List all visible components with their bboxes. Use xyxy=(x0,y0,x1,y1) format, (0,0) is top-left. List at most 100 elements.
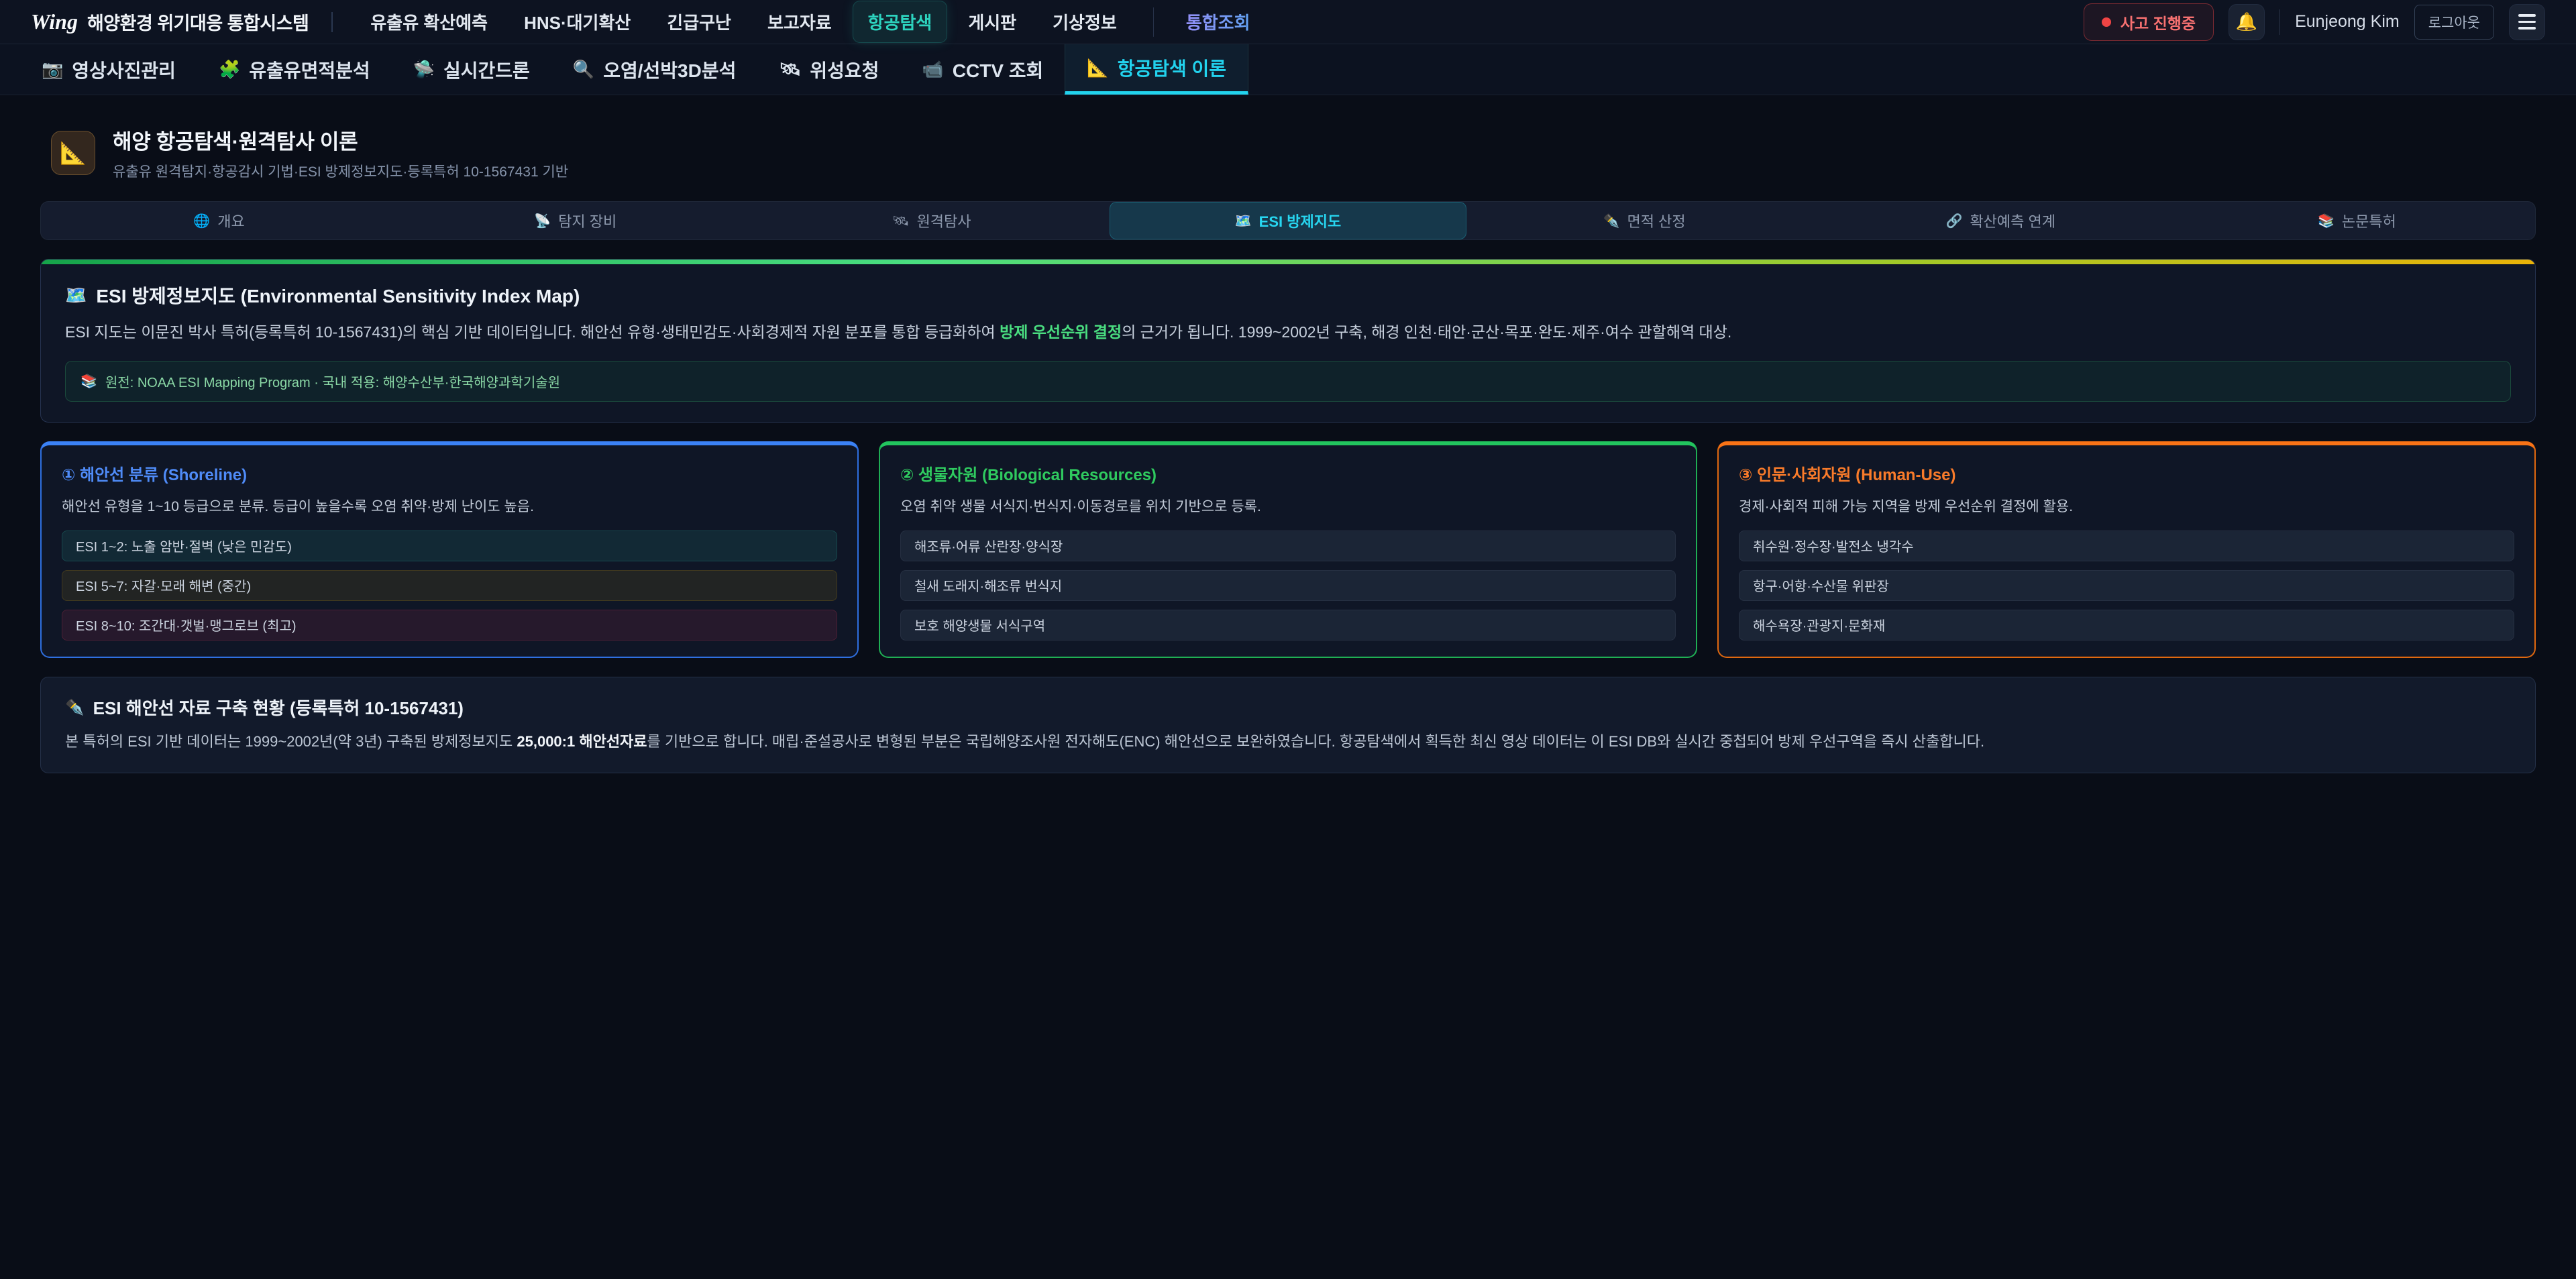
biological-row: 해조류·어류 산란장·양식장 xyxy=(900,531,1676,561)
tab-area-calculation[interactable]: ✒️ 면적 산정 xyxy=(1466,202,1823,239)
nav-item-weather-info[interactable]: 기상정보 xyxy=(1038,1,1132,42)
nav-item-oil-spill-prediction[interactable]: 유출유 확산예측 xyxy=(356,1,502,42)
tab-detection-equipment[interactable]: 📡 탐지 장비 xyxy=(397,202,753,239)
map-icon: 🗺️ xyxy=(1235,213,1252,229)
notification-bell-button[interactable]: 🔔 xyxy=(2229,4,2265,40)
nav-item-integrated-search[interactable]: 통합조회 xyxy=(1171,1,1265,42)
biological-row: 보호 해양생물 서식구역 xyxy=(900,610,1676,641)
esi-highlight-text: 방제 우선순위 결정 xyxy=(1000,323,1122,341)
nav-item-board[interactable]: 게시판 xyxy=(953,1,1031,42)
subtab-label: 실시간드론 xyxy=(443,56,530,83)
esi-card-title-row: 🗺️ ESI 방제정보지도 (Environmental Sensitivity… xyxy=(65,282,2511,309)
subtab-pollution-ship-3d[interactable]: 🔍 오염/선박3D분석 xyxy=(551,44,758,95)
human-use-row: 항구·어항·수산물 위판장 xyxy=(1739,570,2514,601)
subtab-cctv-view[interactable]: 📹 CCTV 조회 xyxy=(900,44,1065,95)
esi-overview-card: 🗺️ ESI 방제정보지도 (Environmental Sensitivity… xyxy=(40,259,2536,423)
subtab-oil-area-analysis[interactable]: 🧩 유출유면적분석 xyxy=(197,44,392,95)
drone-icon: 🛸 xyxy=(413,59,435,80)
globe-icon: 🌐 xyxy=(193,213,210,229)
tab-diffusion-prediction-link[interactable]: 🔗 확산예측 연계 xyxy=(1823,202,2179,239)
tab-label: 탐지 장비 xyxy=(558,210,616,231)
sub-navigation-bar: 📷 영상사진관리 🧩 유출유면적분석 🛸 실시간드론 🔍 오염/선박3D분석 🛰… xyxy=(0,44,2576,95)
pen-icon: ✒️ xyxy=(1603,213,1620,229)
subtab-aerial-search-theory[interactable]: 📐 항공탐색 이론 xyxy=(1065,44,1248,95)
subtab-label: 유출유면적분석 xyxy=(249,56,370,83)
top-navigation-bar: Wing 해양환경 위기대응 통합시스템 유출유 확산예측 HNS·대기확산 긴… xyxy=(0,0,2576,44)
tab-label: 확산예측 연계 xyxy=(1970,210,2055,231)
topnav-right-cluster: 사고 진행중 🔔 Eunjeong Kim 로그아웃 xyxy=(2084,3,2545,41)
gradient-accent-bar xyxy=(41,260,2535,264)
human-use-card-title: ③ 인문·사회자원 (Human-Use) xyxy=(1739,461,2514,485)
human-use-card-desc: 경제·사회적 피해 가능 지역을 방제 우선순위 결정에 활용. xyxy=(1739,496,2514,516)
shoreline-card: ① 해안선 분류 (Shoreline) 해안선 유형을 1~10 등급으로 분… xyxy=(40,441,859,658)
nav-item-reports[interactable]: 보고자료 xyxy=(753,1,847,42)
biological-card-title: ② 생물자원 (Biological Resources) xyxy=(900,461,1676,485)
main-menu: 유출유 확산예측 HNS·대기확산 긴급구난 보고자료 항공탐색 게시판 기상정… xyxy=(356,1,1265,42)
tab-label: 논문특허 xyxy=(2342,210,2396,231)
logout-button[interactable]: 로그아웃 xyxy=(2414,5,2494,40)
section-tab-strip: 🌐 개요 📡 탐지 장비 🛰 원격탐사 🗺️ ESI 방제지도 ✒️ 면적 산정… xyxy=(40,201,2536,240)
incident-status-badge: 사고 진행중 xyxy=(2084,3,2214,41)
incident-badge-label: 사고 진행중 xyxy=(2121,11,2196,34)
subtab-label: 영상사진관리 xyxy=(72,56,176,83)
human-use-row: 해수욕장·관광지·문화재 xyxy=(1739,610,2514,641)
subtab-label: CCTV 조회 xyxy=(953,56,1044,83)
logo-wing-icon: Wing xyxy=(31,9,78,34)
tab-label: 원격탐사 xyxy=(917,210,971,231)
books-icon: 📚 xyxy=(2318,213,2334,229)
camera-icon: 📷 xyxy=(42,59,63,80)
subtab-label: 위성요청 xyxy=(810,56,879,83)
esi-source-text: 원전: NOAA ESI Mapping Program · 국내 적용: 해양… xyxy=(105,372,560,391)
biological-card: ② 생물자원 (Biological Resources) 오염 취약 생물 서… xyxy=(879,441,1697,658)
satellite-icon: 🛰 xyxy=(779,59,801,80)
video-camera-icon: 📹 xyxy=(922,59,943,80)
construction-title: ESI 해안선 자료 구축 현황 (등록특허 10-1567431) xyxy=(93,695,464,720)
page-title: 해양 항공탐색·원격탐사 이론 xyxy=(113,125,568,155)
books-icon: 📚 xyxy=(80,373,97,390)
incident-dot-icon xyxy=(2102,17,2111,27)
scale-bold-text: 25,000:1 해안선자료 xyxy=(517,733,647,750)
magnifier-icon: 🔍 xyxy=(573,59,594,80)
esi-card-title: ESI 방제정보지도 (Environmental Sensitivity In… xyxy=(96,282,580,309)
antenna-icon: 📡 xyxy=(534,213,551,229)
tab-papers-patents[interactable]: 📚 논문특허 xyxy=(2179,202,2535,239)
tab-label: 면적 산정 xyxy=(1627,210,1686,231)
nav-divider xyxy=(331,12,333,32)
esi-source-box: 📚 원전: NOAA ESI Mapping Program · 국내 적용: … xyxy=(65,361,2511,402)
subtab-label: 항공탐색 이론 xyxy=(1118,54,1226,81)
construction-body: 본 특허의 ESI 기반 데이터는 1999~2002년(약 3년) 구축된 방… xyxy=(65,730,2511,753)
biological-row: 철새 도래지·해조류 번식지 xyxy=(900,570,1676,601)
page-content: 📐 해양 항공탐색·원격탐사 이론 유출유 원격탐지·항공감시 기법·ESI 방… xyxy=(0,95,2576,773)
esi-grade-row-mid: ESI 5~7: 자갈·모래 해변 (중간) xyxy=(62,570,837,601)
user-divider xyxy=(2279,9,2280,35)
pen-icon: ✒️ xyxy=(65,698,85,716)
hamburger-icon xyxy=(2518,14,2536,17)
triangle-ruler-icon: 📐 xyxy=(1087,58,1108,78)
page-header-text: 해양 항공탐색·원격탐사 이론 유출유 원격탐지·항공감시 기법·ESI 방제정… xyxy=(113,125,568,181)
subtab-realtime-drone[interactable]: 🛸 실시간드론 xyxy=(392,44,551,95)
nav-divider xyxy=(1153,7,1154,37)
map-icon: 🗺️ xyxy=(65,285,87,306)
tab-remote-sensing[interactable]: 🛰 원격탐사 xyxy=(753,202,1110,239)
esi-construction-panel: ✒️ ESI 해안선 자료 구축 현황 (등록특허 10-1567431) 본 … xyxy=(40,677,2536,773)
tab-esi-map[interactable]: 🗺️ ESI 방제지도 xyxy=(1110,202,1466,239)
human-use-card: ③ 인문·사회자원 (Human-Use) 경제·사회적 피해 가능 지역을 방… xyxy=(1717,441,2536,658)
app-logo: Wing 해양환경 위기대응 통합시스템 xyxy=(31,9,309,35)
nav-item-emergency-rescue[interactable]: 긴급구난 xyxy=(652,1,746,42)
subtab-label: 오염/선박3D분석 xyxy=(603,56,736,83)
shoreline-card-title: ① 해안선 분류 (Shoreline) xyxy=(62,461,837,485)
human-use-row: 취수원·정수장·발전소 냉각수 xyxy=(1739,531,2514,561)
page-header: 📐 해양 항공탐색·원격탐사 이론 유출유 원격탐지·항공감시 기법·ESI 방… xyxy=(51,125,2536,181)
link-icon: 🔗 xyxy=(1946,213,1963,229)
satellite-icon: 🛰 xyxy=(892,213,909,229)
tab-label: ESI 방제지도 xyxy=(1259,210,1342,231)
hamburger-menu-button[interactable] xyxy=(2509,4,2545,40)
subtab-image-photo-management[interactable]: 📷 영상사진관리 xyxy=(20,44,197,95)
puzzle-icon: 🧩 xyxy=(219,59,240,80)
nav-item-hns-atmospheric[interactable]: HNS·대기확산 xyxy=(509,1,645,42)
construction-title-row: ✒️ ESI 해안선 자료 구축 현황 (등록특허 10-1567431) xyxy=(65,695,2511,720)
nav-item-aerial-search[interactable]: 항공탐색 xyxy=(853,1,947,42)
tab-overview[interactable]: 🌐 개요 xyxy=(41,202,397,239)
page-header-ruler-icon: 📐 xyxy=(51,131,95,175)
subtab-satellite-request[interactable]: 🛰 위성요청 xyxy=(757,44,900,95)
